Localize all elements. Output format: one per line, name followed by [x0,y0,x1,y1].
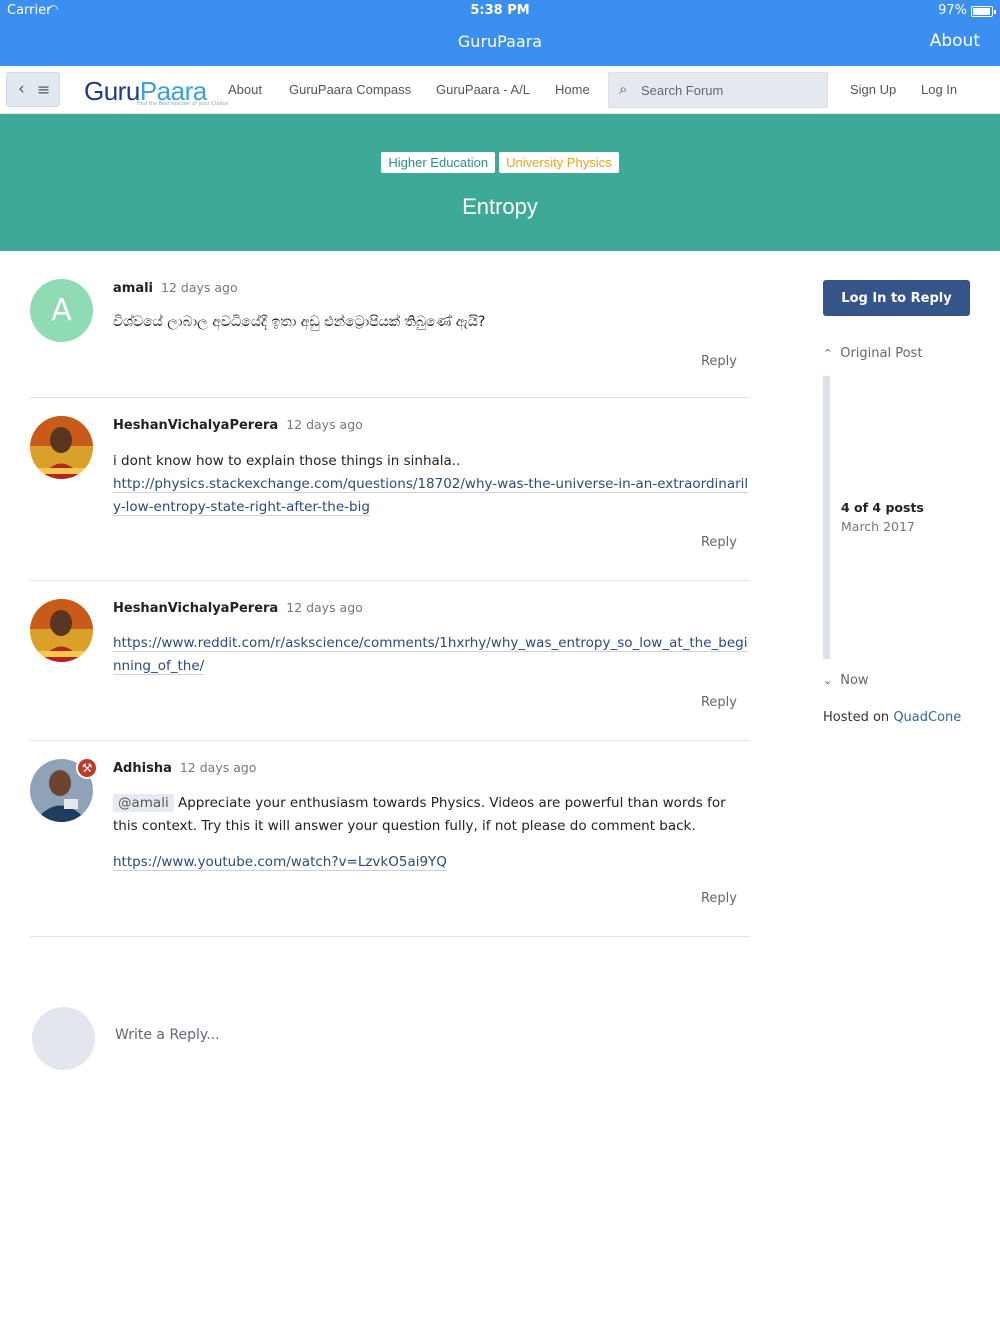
user-mention[interactable]: @amali [113,794,174,812]
search-box[interactable]: ⌕ [608,72,828,108]
topic-title: Entropy [462,194,538,219]
posts-date: March 2017 [841,519,915,534]
topic-banner: Higher Education University Physics Entr… [0,114,1000,251]
app-title: GuruPaara [457,32,543,51]
post-text-block: @amali Appreciate your enthusiasm toward… [113,792,749,838]
search-input[interactable] [641,80,821,100]
author-name[interactable]: amali [113,281,153,296]
post-content: @amali Appreciate your enthusiasm toward… [113,792,749,874]
post-author: HeshanVichalyaPerera 12 days ago [113,417,363,433]
double-chevron-up-icon: ⌃ [823,347,833,360]
hosted-on: Hosted on QuadCone [823,710,961,725]
now-link[interactable]: ⌄ Now [823,673,869,688]
post: HeshanVichalyaPerera 12 days ago https://… [30,599,750,741]
post-link-row: https://www.youtube.com/watch?v=LzvkO5ai… [113,851,749,874]
status-bar: Carrier ◠ 5:38 PM 97% [0,0,1000,22]
post-text: Appreciate your enthusiasm towards Physi… [113,795,726,834]
menu-icon: ≡ [37,80,51,99]
nav-al[interactable]: GuruPaara - A/L [436,82,530,97]
post-time: 12 days ago [179,760,257,775]
author-name[interactable]: Adhisha [113,761,172,776]
post-link[interactable]: https://www.reddit.com/r/askscience/comm… [113,635,748,675]
post-link[interactable]: https://www.youtube.com/watch?v=LzvkO5ai… [113,854,447,871]
post-author: amali 12 days ago [113,280,238,296]
moderator-badge-icon: ⚒ [76,757,98,779]
reply-button[interactable]: Reply [701,891,737,906]
log-in-link[interactable]: Log In [921,82,957,97]
post-content: විශ්වයේ ලාබාල අවධියේදී ඉතා අඩු එන්ට්‍රොප… [113,314,486,330]
original-post-label: Original Post [840,346,923,361]
original-post-link[interactable]: ⌃ Original Post [823,346,922,361]
timeline-handle[interactable] [823,376,830,659]
chevron-left-icon: ‹ [18,79,25,99]
composer-avatar [32,1007,95,1070]
avatar[interactable]: A [30,279,93,342]
reply-button[interactable]: Reply [701,695,737,710]
tag-higher-education[interactable]: Higher Education [381,152,496,173]
post-content: i dont know how to explain those things … [113,450,749,519]
logo-tagline: Find the Best teacher of your Choice [137,101,229,107]
post-author: HeshanVichalyaPerera 12 days ago [113,600,363,616]
tag-university-physics[interactable]: University Physics [499,152,619,173]
clock: 5:38 PM [470,3,530,18]
search-icon: ⌕ [619,80,628,98]
author-name[interactable]: HeshanVichalyaPerera [113,601,278,616]
post-time: 12 days ago [286,417,363,432]
logo-guru: Guru [84,76,140,106]
sidebar-toggle-button[interactable]: ‹ ≡ [6,72,60,107]
post: A amali 12 days ago විශ්වයේ ලාබාල අවධියේද… [30,279,750,398]
battery-percentage: 97% [938,3,967,18]
nav-about[interactable]: About [228,82,262,97]
post: ⚒ Adhisha 12 days ago @amali Appreciate y… [30,757,750,937]
battery-icon [971,6,996,17]
post-link[interactable]: http://physics.stackexchange.com/questio… [113,476,749,516]
post-time: 12 days ago [161,280,238,295]
double-chevron-down-icon: ⌄ [823,674,833,687]
posts-count: 4 of 4 posts [841,500,924,515]
sign-up-link[interactable]: Sign Up [850,82,896,97]
nav-compass[interactable]: GuruPaara Compass [289,82,411,97]
reply-button[interactable]: Reply [701,535,737,550]
quadcone-link[interactable]: QuadCone [893,710,961,725]
post-time: 12 days ago [286,600,363,615]
reply-button[interactable]: Reply [701,354,737,369]
author-name[interactable]: HeshanVichalyaPerera [113,418,278,433]
topic-tags: Higher Education University Physics [0,152,1000,173]
now-label: Now [840,673,869,688]
log-in-to-reply-button[interactable]: Log In to Reply [823,280,970,316]
post-content: https://www.reddit.com/r/askscience/comm… [113,632,749,678]
write-reply-input[interactable]: Write a Reply... [115,1027,220,1043]
post-text: i dont know how to explain those things … [113,453,461,469]
app-about-button[interactable]: About [930,31,980,51]
post: HeshanVichalyaPerera 12 days ago i dont k… [30,416,750,581]
app-top-bar: Carrier ◠ 5:38 PM 97% GuruPaara About [0,0,1000,66]
nav-home[interactable]: Home [555,82,590,97]
hosted-prefix: Hosted on [823,710,890,725]
timeline-scrubber[interactable] [823,376,830,659]
avatar[interactable] [30,599,93,662]
forum-header: ‹ ≡ GuruPaara Find the Best teacher of y… [0,66,1000,114]
avatar[interactable] [30,416,93,479]
post-author: Adhisha 12 days ago [113,760,256,776]
